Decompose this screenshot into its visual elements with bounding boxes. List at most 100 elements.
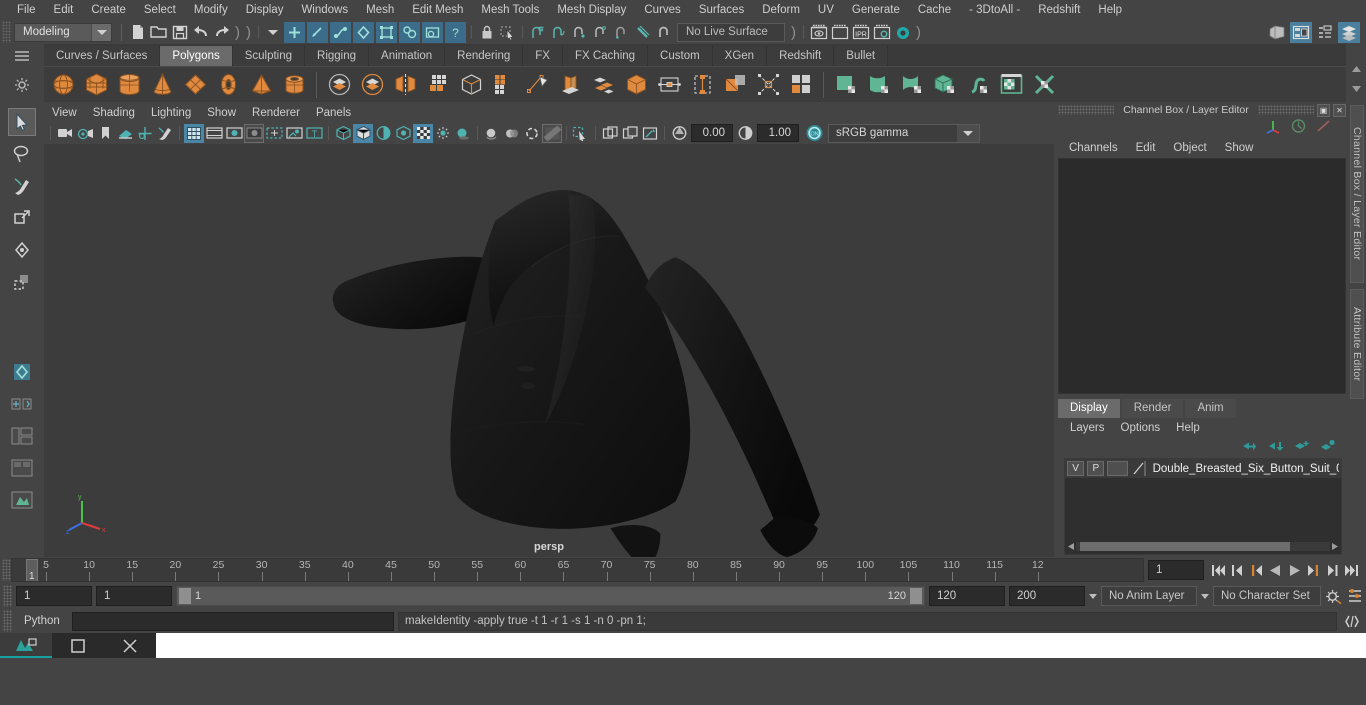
range-slider-grip[interactable]	[3, 585, 12, 607]
uv-editor-icon[interactable]	[996, 70, 1026, 100]
menu-item-modify[interactable]: Modify	[185, 0, 237, 20]
uv-planar-icon[interactable]	[831, 70, 861, 100]
uv-unfold-icon[interactable]	[963, 70, 993, 100]
screen-space-ambient-occlusion-icon[interactable]	[482, 124, 502, 143]
viewport-3d[interactable]: y x z persp	[44, 144, 1054, 557]
snap-projected-icon[interactable]	[590, 22, 611, 43]
connect-icon[interactable]	[654, 70, 684, 100]
uv-cut-sew-icon[interactable]	[1029, 70, 1059, 100]
shelf-tab-animation[interactable]: Animation	[369, 46, 446, 66]
poly-sphere-icon[interactable]	[48, 70, 78, 100]
hardware-texturing-icon[interactable]	[393, 124, 413, 143]
select-camera-icon[interactable]	[55, 124, 75, 143]
mirror-icon[interactable]	[390, 70, 420, 100]
step-forward-key-icon[interactable]	[1305, 560, 1322, 580]
poly-tool-icon[interactable]	[786, 70, 816, 100]
snap-curve-icon[interactable]	[548, 22, 569, 43]
shelf-tab-rendering[interactable]: Rendering	[445, 46, 524, 66]
show-hide-attribute-editor-icon[interactable]	[1290, 21, 1312, 43]
menu-item-mesh[interactable]: Mesh	[357, 0, 403, 20]
poly-plane-icon[interactable]	[180, 70, 210, 100]
select-tool[interactable]	[8, 108, 36, 136]
chamfer-vertex-icon[interactable]	[720, 70, 750, 100]
two-d-pan-zoom-icon[interactable]	[135, 124, 155, 143]
undo-icon[interactable]	[190, 22, 211, 43]
move-tool[interactable]	[8, 204, 36, 232]
menu-item-cache[interactable]: Cache	[909, 0, 960, 20]
chevron-down-icon[interactable]	[268, 29, 278, 35]
smooth-icon[interactable]	[423, 70, 453, 100]
menu-item-generate[interactable]: Generate	[843, 0, 909, 20]
extract-icon[interactable]	[456, 70, 486, 100]
channel-box-menu-show[interactable]: Show	[1216, 142, 1263, 154]
menu-item-display[interactable]: Display	[237, 0, 293, 20]
current-frame-field[interactable]: 1	[1148, 560, 1204, 580]
poly-cylinder-icon[interactable]	[114, 70, 144, 100]
combine-icon[interactable]	[357, 70, 387, 100]
axis-manipulator-icon[interactable]	[1265, 118, 1282, 139]
range-end-field[interactable]: 120	[929, 586, 1005, 606]
channel-box-menu-edit[interactable]: Edit	[1127, 142, 1165, 154]
snap-view-plane-icon[interactable]	[611, 22, 632, 43]
shaded-wireframe-icon[interactable]	[373, 124, 393, 143]
layer-editor-tab-render[interactable]: Render	[1121, 399, 1184, 418]
xray-active-components-icon[interactable]	[640, 124, 660, 143]
command-line-grip[interactable]	[3, 610, 12, 632]
poly-torus-icon[interactable]	[213, 70, 243, 100]
layout-single-tool[interactable]	[8, 422, 36, 450]
channel-box-menu-channels[interactable]: Channels	[1060, 142, 1127, 154]
layer-visibility-toggle[interactable]: V	[1067, 461, 1085, 476]
chevron-down-icon[interactable]	[957, 124, 979, 142]
shelf-tab-polygons[interactable]: Polygons	[160, 46, 233, 66]
range-left-handle[interactable]	[179, 588, 191, 604]
last-tool[interactable]	[8, 486, 36, 514]
chevron-down-icon[interactable]	[91, 23, 111, 41]
select-by-object-icon[interactable]	[307, 21, 328, 43]
animation-mask-icon[interactable]	[422, 21, 443, 43]
lasso-select-tool[interactable]	[8, 140, 36, 168]
snap-relative-icon[interactable]	[653, 22, 674, 43]
range-bar[interactable]: 1 120	[176, 586, 925, 606]
move-layer-down-icon[interactable]	[1267, 439, 1284, 457]
shelf-tab-xgen[interactable]: XGen	[712, 46, 768, 66]
viewport-menu-show[interactable]: Show	[199, 107, 244, 119]
select-mask-icon[interactable]	[353, 21, 374, 43]
help-mask-icon[interactable]: ?	[445, 21, 466, 43]
animation-preferences-icon[interactable]	[1325, 586, 1342, 606]
close-icon[interactable]: ✕	[1333, 103, 1346, 117]
shelf-tab-sculpting[interactable]: Sculpting	[232, 46, 306, 66]
character-set-selector[interactable]: No Character Set	[1213, 586, 1321, 606]
sidebar-tab-channel-box[interactable]: Channel Box / Layer Editor	[1350, 105, 1364, 283]
viewport-menu-shading[interactable]: Shading	[85, 107, 143, 119]
sidebar-tab-attribute-editor[interactable]: Attribute Editor	[1350, 289, 1364, 399]
poly-cube-icon[interactable]	[81, 70, 111, 100]
select-by-component-icon[interactable]	[330, 21, 351, 43]
range-right-handle[interactable]	[910, 588, 922, 604]
status-line-grip[interactable]	[2, 21, 11, 43]
smooth-shade-icon[interactable]	[353, 123, 373, 143]
color-management-toggle-icon[interactable]: ON	[804, 124, 824, 143]
menu-item-file[interactable]: File	[8, 0, 45, 20]
time-slider-track[interactable]: 1 5 10 15 20 25 30 35 40 45 50 55 60 65 70 75 80 85 90 95 1…	[11, 558, 1144, 582]
panel-grip[interactable]	[1257, 105, 1314, 115]
gamma-value[interactable]: 1.00	[757, 124, 799, 142]
scale-tool[interactable]	[8, 268, 36, 296]
menu-item-3dtoall[interactable]: - 3DtoAll -	[960, 0, 1029, 20]
viewport-menu-view[interactable]: View	[44, 107, 85, 119]
render-current-frame-icon[interactable]	[829, 22, 850, 43]
viewport-menu-panels[interactable]: Panels	[308, 107, 359, 119]
paint-select-tool[interactable]	[8, 172, 36, 200]
range-start-field[interactable]: 1	[96, 586, 172, 606]
viewport-menu-lighting[interactable]: Lighting	[143, 107, 199, 119]
redo-icon[interactable]	[211, 22, 232, 43]
xray-joints-icon[interactable]	[620, 124, 640, 143]
gamma-icon[interactable]	[735, 124, 755, 143]
window-icon[interactable]	[52, 633, 104, 658]
gate-mask-icon[interactable]	[244, 123, 264, 143]
show-manipulator-tool[interactable]	[8, 390, 36, 418]
chevron-down-icon[interactable]	[1201, 593, 1209, 599]
rotate-tool[interactable]	[8, 236, 36, 264]
poly-pyramid-icon[interactable]	[246, 70, 276, 100]
shadows-icon[interactable]	[453, 124, 473, 143]
menu-item-curves[interactable]: Curves	[635, 0, 689, 20]
